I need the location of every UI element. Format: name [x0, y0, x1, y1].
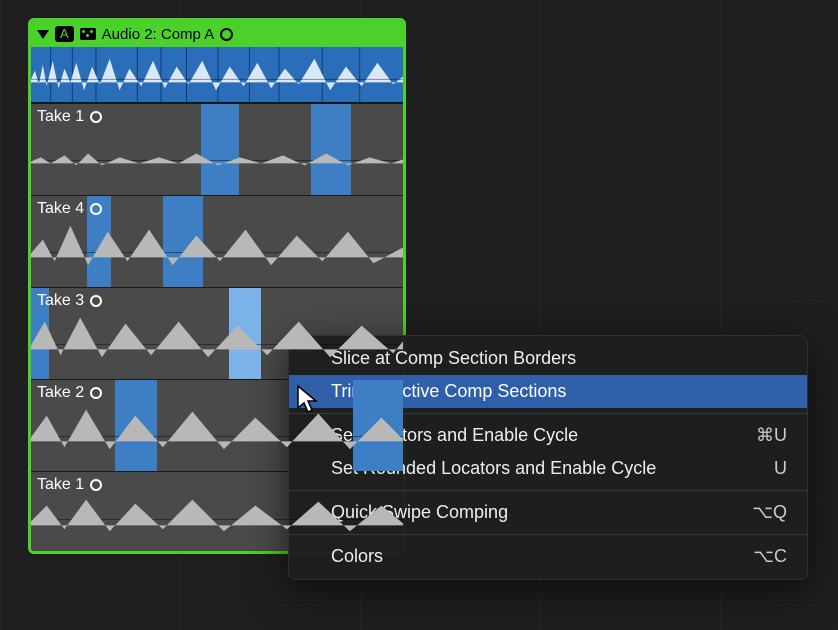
comp-track[interactable]: [31, 47, 403, 103]
take-folder-header[interactable]: A Audio 2: Comp A: [31, 21, 403, 47]
loop-indicator-icon: [90, 111, 102, 123]
cursor-icon: [296, 384, 322, 414]
shortcut-label: ⌘U: [726, 425, 787, 446]
take-row[interactable]: Take 3: [31, 287, 403, 379]
take-row[interactable]: Take 1: [31, 103, 403, 195]
shortcut-label: U: [744, 458, 787, 479]
loop-indicator-icon[interactable]: [220, 28, 233, 41]
take-folder[interactable]: A Audio 2: Comp A Take 1: [28, 18, 406, 554]
take-label: Take 3: [37, 292, 102, 310]
loop-indicator-icon: [90, 387, 102, 399]
disclosure-triangle-icon[interactable]: [37, 30, 49, 39]
take-label: Take 1: [37, 108, 102, 126]
comp-menu-icon[interactable]: [80, 28, 96, 40]
shortcut-label: ⌥C: [723, 546, 787, 567]
comp-waveform: [31, 47, 403, 102]
take-label: Take 4: [37, 200, 102, 218]
folder-title: Audio 2: Comp A: [102, 26, 215, 43]
take-row[interactable]: Take 4: [31, 195, 403, 287]
take-label: Take 2: [37, 384, 102, 402]
loop-indicator-icon: [90, 295, 102, 307]
shortcut-label: ⌥Q: [722, 502, 787, 523]
take-label: Take 1: [37, 476, 102, 494]
loop-indicator-icon: [90, 479, 102, 491]
take-row[interactable]: Take 2: [31, 379, 403, 471]
take-row[interactable]: Take 1: [31, 471, 403, 551]
comp-badge[interactable]: A: [55, 26, 74, 42]
loop-indicator-icon: [90, 203, 102, 215]
